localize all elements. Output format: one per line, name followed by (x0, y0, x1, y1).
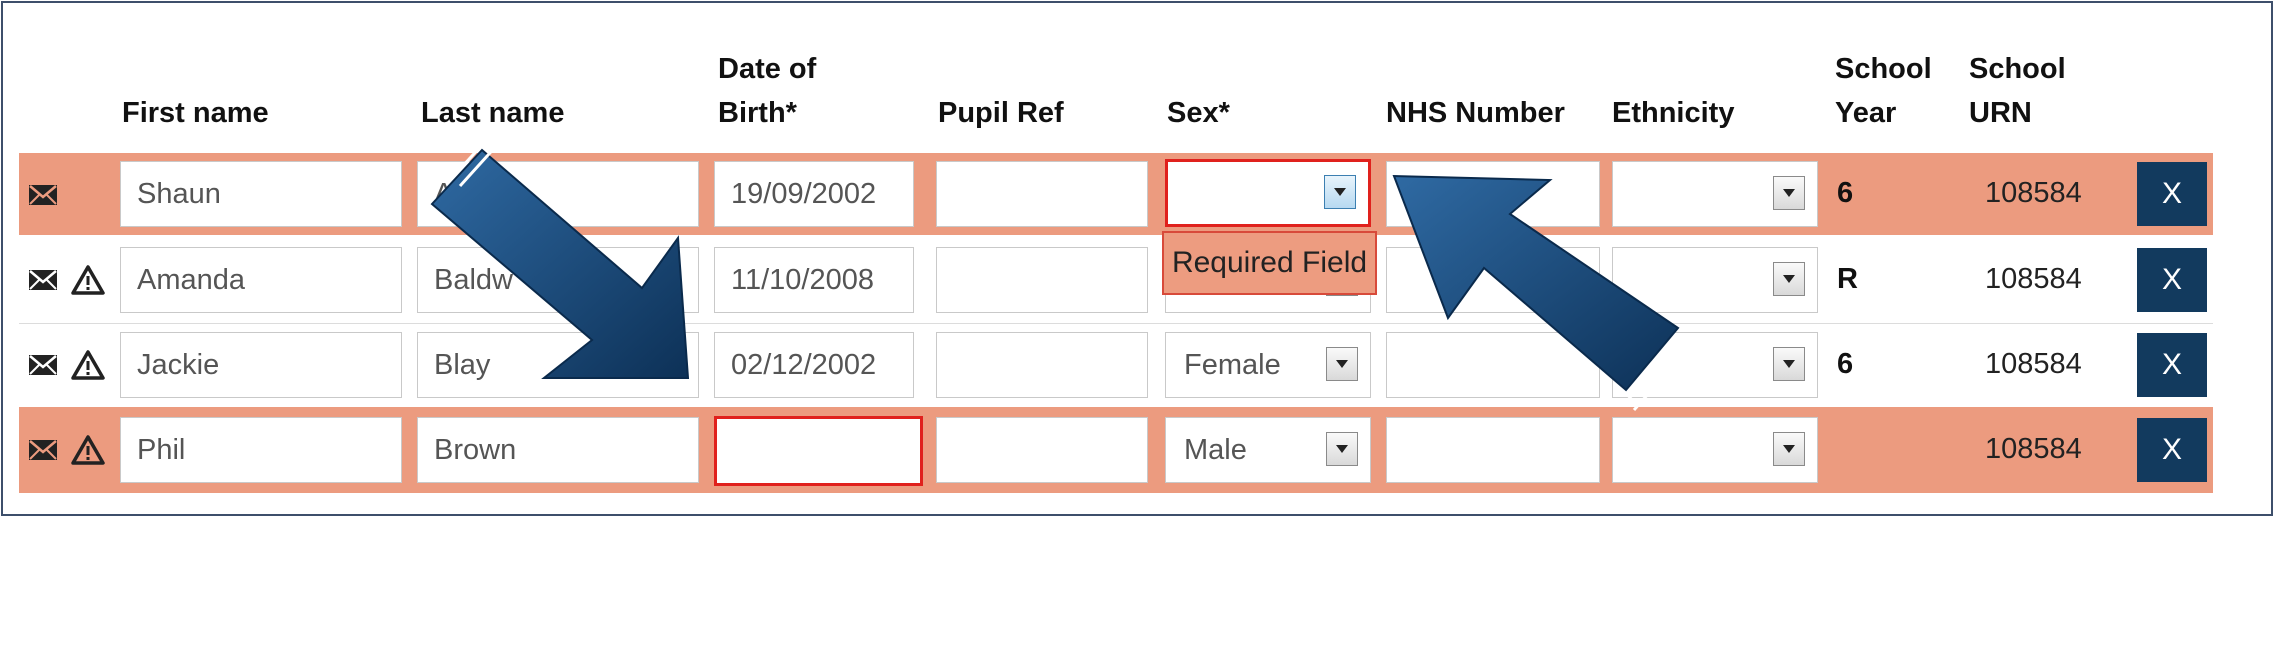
sex-select-value: Female (1184, 348, 1281, 381)
warning-triangle-icon[interactable] (71, 435, 105, 465)
dob-input[interactable]: 11/10/2008 (714, 247, 914, 313)
last-name-input[interactable]: Brown (417, 417, 699, 483)
pupil-ref-input[interactable] (936, 332, 1148, 398)
school-urn-value: 108584 (1985, 263, 2082, 295)
header-dob-line1: Date of (718, 53, 817, 85)
pupil-grid: First name Last name Date of Birth* Pupi… (1, 1, 2273, 516)
nhs-number-input[interactable] (1386, 417, 1600, 483)
ethnicity-select[interactable] (1612, 417, 1818, 483)
school-urn-value: 108584 (1985, 177, 2082, 209)
envelope-icon[interactable] (29, 355, 57, 375)
school-year-value: 6 (1837, 348, 1854, 380)
warning-triangle-icon[interactable] (71, 265, 105, 295)
remove-row-button[interactable]: X (2137, 248, 2207, 312)
arrow-annotation-right (1392, 174, 1680, 411)
school-urn-value: 108584 (1985, 348, 2082, 380)
school-year-value: 6 (1837, 177, 1854, 209)
table-row: Amanda Baldw 11/10/2008 R 108584 X (19, 239, 2213, 321)
chevron-down-icon[interactable] (1773, 262, 1805, 296)
envelope-icon[interactable] (29, 185, 57, 205)
first-name-input[interactable]: Shaun (120, 161, 402, 227)
remove-row-button[interactable]: X (2137, 162, 2207, 226)
header-nhs-number: NHS Number (1386, 97, 1565, 129)
chevron-down-icon[interactable] (1326, 432, 1358, 466)
pupil-ref-input[interactable] (936, 417, 1148, 483)
envelope-icon[interactable] (29, 440, 57, 460)
chevron-down-icon[interactable] (1773, 176, 1805, 210)
sex-select-value: Male (1184, 433, 1247, 466)
table-row: Phil Brown Male 108584 X (19, 407, 2213, 493)
header-ethnicity: Ethnicity (1612, 97, 1735, 129)
chevron-down-icon[interactable] (1324, 175, 1356, 209)
sex-select[interactable] (1165, 159, 1371, 227)
table-row: Shaun Ac 19/09/2002 6 108584 X (19, 153, 2213, 235)
header-school-year-line1: School (1835, 53, 1932, 85)
envelope-icon[interactable] (29, 270, 57, 290)
arrow-annotation-left (430, 134, 690, 379)
chevron-down-icon[interactable] (1773, 432, 1805, 466)
header-dob-line2: Birth* (718, 97, 797, 129)
dob-input[interactable] (714, 416, 923, 486)
header-pupil-ref: Pupil Ref (938, 97, 1064, 129)
remove-row-button[interactable]: X (2137, 333, 2207, 397)
chevron-down-icon[interactable] (1773, 347, 1805, 381)
header-sex: Sex* (1167, 97, 1230, 129)
arrow-annotation-left-shape (430, 148, 690, 379)
pupil-ref-input[interactable] (936, 247, 1148, 313)
header-dob: Date of Birth* (718, 47, 816, 135)
header-school-year-line2: Year (1835, 97, 1897, 129)
pupil-ref-input[interactable] (936, 161, 1148, 227)
remove-row-button[interactable]: X (2137, 418, 2207, 482)
table-row: Jackie Blay 02/12/2002 Female 6 108584 X (19, 323, 2213, 406)
chevron-down-icon[interactable] (1326, 347, 1358, 381)
school-year-value: R (1837, 263, 1858, 295)
first-name-input[interactable]: Jackie (120, 332, 402, 398)
header-school-urn-line2: URN (1969, 97, 2032, 129)
required-field-tooltip: Required Field (1162, 231, 1377, 295)
first-name-input[interactable]: Amanda (120, 247, 402, 313)
header-school-urn: School URN (1969, 47, 2066, 135)
sex-select[interactable]: Male (1165, 417, 1371, 483)
header-school-urn-line1: School (1969, 53, 2066, 85)
dob-input[interactable]: 02/12/2002 (714, 332, 914, 398)
header-school-year: School Year (1835, 47, 1932, 135)
dob-input[interactable]: 19/09/2002 (714, 161, 914, 227)
sex-select[interactable]: Female (1165, 332, 1371, 398)
warning-triangle-icon[interactable] (71, 350, 105, 380)
school-urn-value: 108584 (1985, 433, 2082, 465)
header-first-name: First name (122, 97, 269, 129)
arrow-annotation-right-shape (1392, 174, 1680, 392)
first-name-input[interactable]: Phil (120, 417, 402, 483)
